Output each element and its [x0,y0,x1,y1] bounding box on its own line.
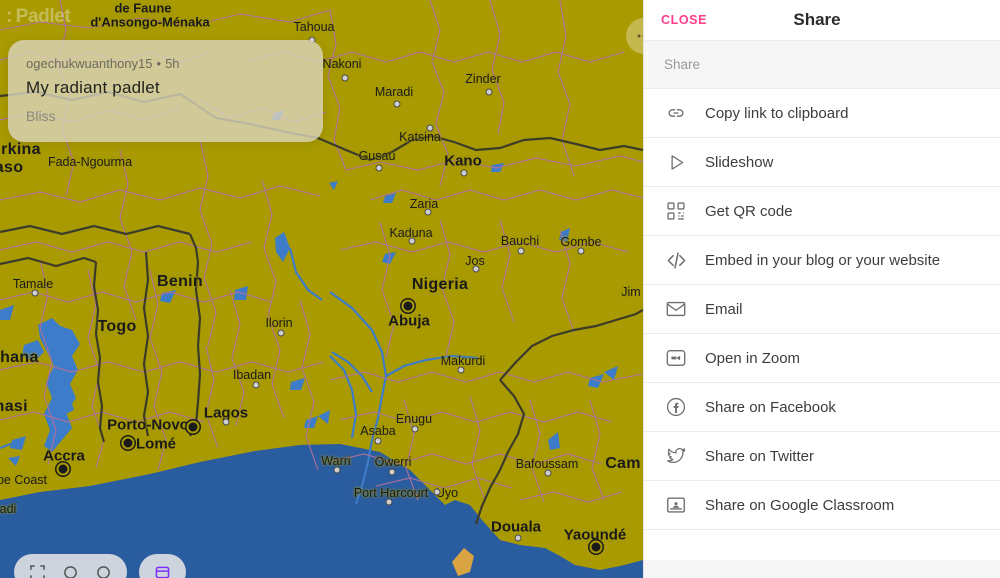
post-title: My radiant padlet [26,78,160,97]
qr-code-icon [664,199,688,223]
add-post-icon[interactable] [155,565,170,578]
water-speck-9 [604,366,618,380]
map-view-controls[interactable] [14,554,127,578]
map-toolbar[interactable] [14,554,186,578]
post-meta-separator: • [156,56,162,71]
share-panel: CLOSE Share Share Copy link to clipboard… [643,0,1000,578]
post-timestamp: 5h [165,56,180,71]
share-option-label: Email [705,300,743,318]
zoom-out-icon[interactable] [63,565,78,578]
water-speck-6 [160,290,176,303]
share-option-share-on-google-classroom[interactable]: Share on Google Classroom [644,481,1000,530]
envelope-icon [664,297,688,321]
share-option-label: Share on Google Classroom [705,496,895,514]
share-option-label: Copy link to clipboard [705,104,849,122]
post-card[interactable]: ogechukwuanthony15 • 5h My radiant padlet … [8,40,323,142]
share-option-copy-link-to-clipboard[interactable]: Copy link to clipboard [644,89,1000,138]
twitter-bird-icon [664,444,688,468]
share-section-label: Share [644,41,1000,89]
water-speck-7 [559,228,570,242]
share-option-label: Share on Facebook [705,398,836,416]
padlet-map-app: de Faune d'Ansongo-Ménaka Tahoua Nakoni Zind… [0,0,1000,578]
water-speck-12 [290,378,305,390]
share-option-label: Slideshow [705,153,774,171]
water-speck-15 [8,456,20,466]
share-option-share-on-twitter[interactable]: Share on Twitter [644,432,1000,481]
share-option-email[interactable]: Email [644,285,1000,334]
share-option-label: Get QR code [705,202,793,220]
lake-volta [38,318,80,452]
link-icon [664,101,688,125]
water-speck-13 [304,416,318,428]
share-option-share-on-facebook[interactable]: Share on Facebook [644,383,1000,432]
map-canvas[interactable]: de Faune d'Ansongo-Ménaka Tahoua Nakoni Zind… [0,0,643,578]
share-section-label-text: Share [664,57,701,72]
share-option-embed-in-your-blog-or-your-website[interactable]: Embed in your blog or your website [644,236,1000,285]
water-speck-16 [318,410,330,424]
water-speck-2 [329,181,338,190]
post-meta: ogechukwuanthony15 • 5h [26,56,305,71]
kainji-lake [275,232,290,262]
facebook-icon [664,395,688,419]
add-post-button[interactable] [139,554,186,578]
water-speck-8 [588,374,604,388]
share-option-label: Open in Zoom [705,349,801,367]
zoom-video-icon [664,346,688,370]
play-triangle-icon [664,150,688,174]
lake-volta-arm [22,340,44,362]
more-icon [637,34,643,38]
share-option-label: Share on Twitter [705,447,814,465]
zoom-in-icon[interactable] [96,565,111,578]
close-button[interactable]: CLOSE [661,13,707,27]
post-author: ogechukwuanthony15 [26,56,153,71]
share-panel-header: CLOSE Share [644,0,1000,41]
water-speck-17 [0,305,14,320]
water-speck-1 [383,193,396,203]
post-body: Bliss [26,108,56,124]
share-options-list[interactable]: Copy link to clipboard Slideshow Get QR co… [644,89,1000,560]
water-speck-10 [548,432,560,450]
code-brackets-icon [664,248,688,272]
share-option-slideshow[interactable]: Slideshow [644,138,1000,187]
google-classroom-icon [664,493,688,517]
share-panel-footer [644,560,1000,578]
share-option-get-qr-code[interactable]: Get QR code [644,187,1000,236]
share-option-label: Embed in your blog or your website [705,251,941,269]
share-option-open-in-zoom[interactable]: Open in Zoom [644,334,1000,383]
fullscreen-icon[interactable] [30,564,45,578]
